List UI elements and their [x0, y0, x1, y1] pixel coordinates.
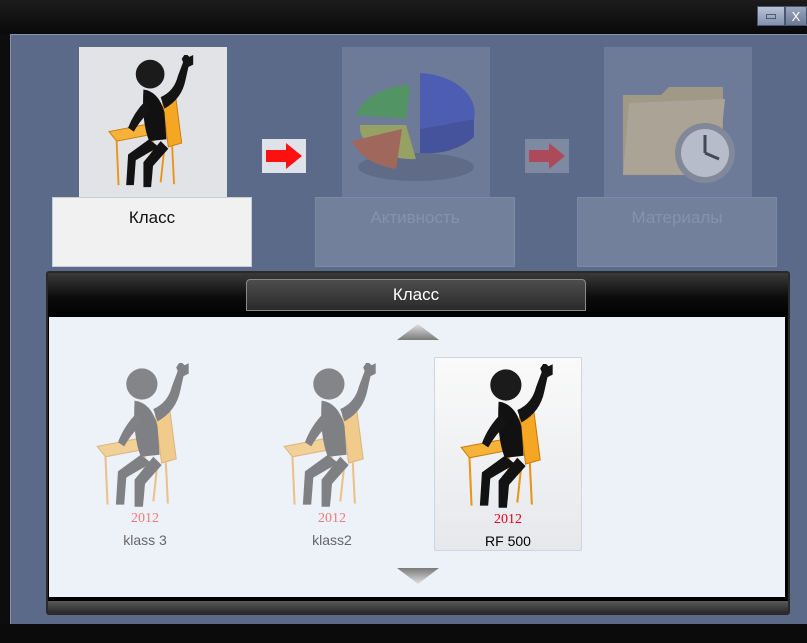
class-item-selected[interactable]: 2012 RF 500 — [434, 357, 582, 551]
pie-chart-icon — [352, 73, 475, 181]
step-activity-label[interactable]: Активность — [315, 197, 515, 267]
window-controls: ▭ X — [757, 6, 807, 26]
class-item-year: 2012 — [494, 512, 522, 527]
step-materials-label[interactable]: Материалы — [577, 197, 777, 267]
panel-title: Класс — [246, 279, 586, 311]
scroll-down-icon[interactable] — [397, 567, 439, 585]
scroll-up-icon[interactable] — [397, 323, 439, 341]
step-activity-thumbnail[interactable] — [342, 47, 490, 197]
student-desk-icon — [93, 363, 197, 509]
folder-clock-icon — [623, 87, 735, 183]
arrow-right-icon — [525, 139, 569, 173]
step-class-label[interactable]: Класс — [52, 197, 252, 267]
step-class-thumbnail[interactable] — [79, 47, 227, 197]
panel-header: Класс — [48, 273, 788, 317]
main-area: Класс Активность Материалы Класс 2012 kl… — [10, 34, 807, 625]
student-desk-icon — [280, 363, 384, 509]
class-item-name: klass 3 — [123, 532, 167, 548]
step-materials-thumbnail[interactable] — [604, 47, 752, 197]
arrow-right-icon — [262, 139, 306, 173]
class-item[interactable]: 2012 klass 3 — [71, 357, 219, 551]
class-item-name: klass2 — [312, 532, 352, 548]
class-item-year: 2012 — [318, 511, 346, 526]
student-desk-icon — [105, 55, 201, 189]
title-bar: ▭ X — [0, 0, 807, 34]
minimize-button[interactable]: ▭ — [757, 6, 785, 26]
class-item-year: 2012 — [131, 511, 159, 526]
student-desk-icon — [457, 364, 561, 510]
bottom-bar — [0, 624, 807, 643]
class-panel: Класс 2012 klass 3 2012 klass2 2012 RF 5… — [46, 271, 790, 615]
close-button[interactable]: X — [785, 6, 807, 26]
panel-body: 2012 klass 3 2012 klass2 2012 RF 500 — [49, 317, 785, 597]
class-item-name: RF 500 — [485, 533, 531, 549]
panel-footer — [48, 601, 788, 613]
class-item[interactable]: 2012 klass2 — [258, 357, 406, 551]
